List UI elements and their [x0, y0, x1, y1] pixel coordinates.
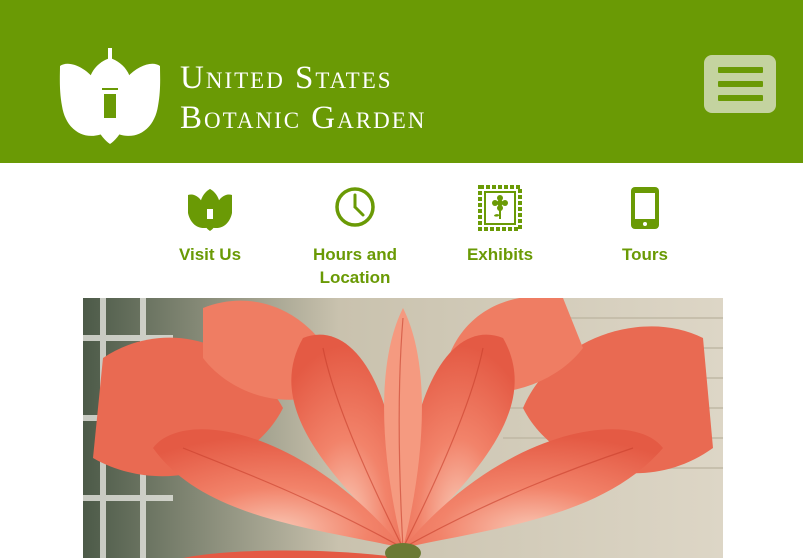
nav-label-visit-us: Visit Us [178, 245, 242, 264]
nav-item-visit-us[interactable]: Visit Us [140, 185, 280, 266]
nav-item-tours[interactable]: Tours [575, 185, 715, 266]
nav-label-exhibits: Exhibits [466, 245, 534, 264]
nav-label-hours-location: Hours and Location [312, 245, 398, 287]
hero-image-amaryllis[interactable] [83, 298, 723, 558]
nav-item-exhibits[interactable]: Exhibits [430, 185, 570, 266]
nav-item-hours-location[interactable]: Hours and Location [285, 185, 425, 289]
hamburger-menu-button[interactable] [704, 55, 776, 113]
quick-nav: Visit Us Hours and Location Exhibits Tou… [0, 163, 803, 298]
menu-bar [718, 67, 763, 73]
nav-label-tours: Tours [622, 245, 668, 264]
clock-icon [331, 185, 379, 233]
logo-icon[interactable] [58, 44, 162, 148]
amaryllis-flower-photo [83, 298, 723, 558]
mobile-phone-icon [621, 185, 669, 233]
tulip-icon [186, 185, 234, 233]
menu-bar [718, 95, 763, 101]
menu-bar [718, 81, 763, 87]
site-title-line1: United States [180, 60, 393, 96]
site-title-line2: Botanic Garden [180, 100, 427, 136]
site-title[interactable]: United States Botanic Garden [180, 58, 426, 138]
site-header: United States Botanic Garden [0, 0, 803, 163]
framed-flower-icon [476, 185, 524, 233]
